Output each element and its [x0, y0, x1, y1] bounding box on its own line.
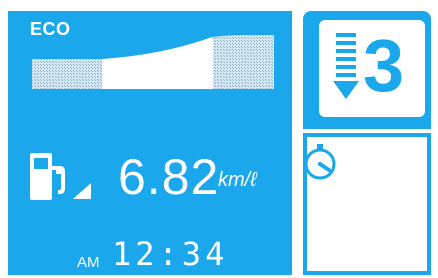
downshift-indicator-icon — [333, 33, 359, 99]
stopwatch-icon — [304, 144, 336, 180]
fuel-pump-icon — [30, 153, 65, 200]
clock-time: 12:34 — [112, 235, 229, 273]
eco-gauge — [32, 35, 274, 89]
gear-number: 3 — [363, 24, 405, 107]
clock-ampm: AM — [77, 254, 100, 271]
instrument-display: ECO 6.82 km/ℓ AM 12:34 3 — [0, 0, 438, 278]
arrow-down-right-icon — [73, 183, 91, 199]
fuel-economy-unit: km/ℓ — [218, 169, 257, 191]
fuel-economy-value: 6.82 — [118, 149, 220, 205]
